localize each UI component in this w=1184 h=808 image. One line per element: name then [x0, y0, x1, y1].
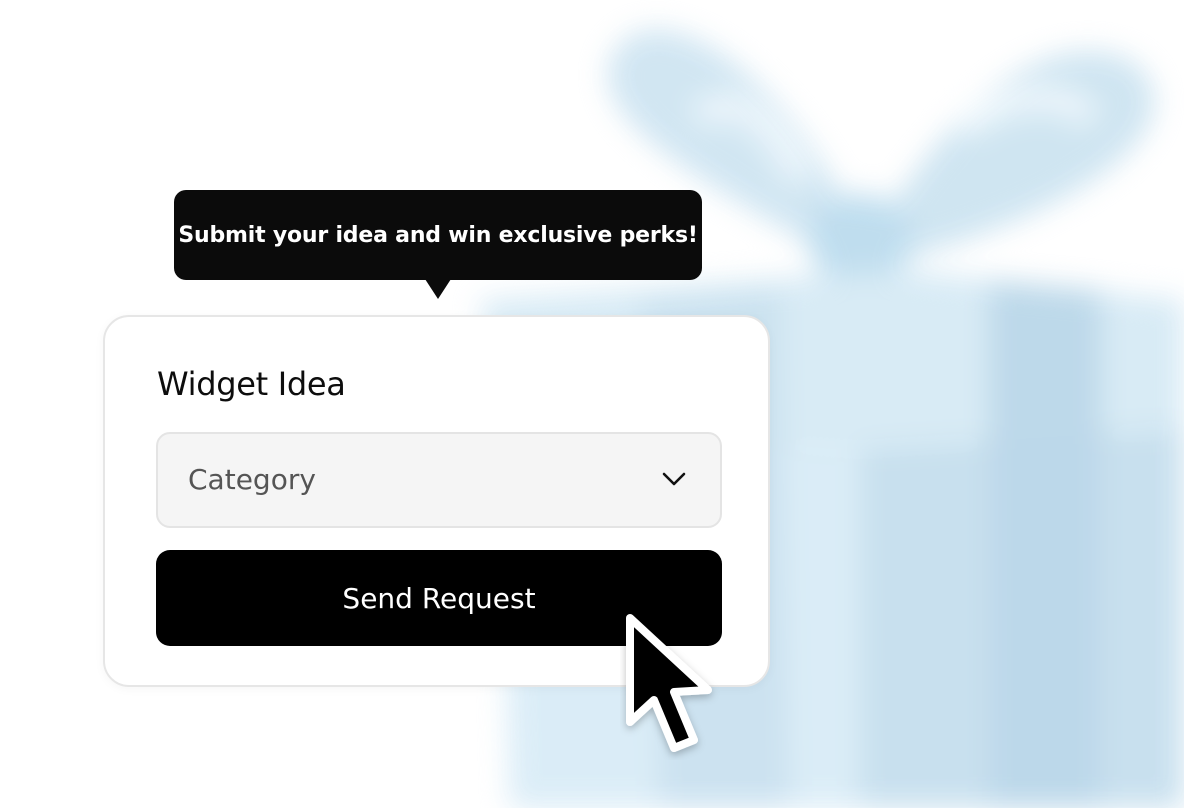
tooltip-arrow	[425, 279, 451, 299]
card-title: Widget Idea	[157, 365, 346, 403]
promo-tooltip: Submit your idea and win exclusive perks…	[174, 190, 702, 280]
category-select[interactable]: Category	[156, 432, 722, 528]
chevron-down-icon	[662, 472, 686, 486]
category-select-placeholder: Category	[188, 463, 316, 496]
mouse-pointer-icon	[626, 614, 712, 752]
tooltip-text: Submit your idea and win exclusive perks…	[178, 222, 698, 248]
